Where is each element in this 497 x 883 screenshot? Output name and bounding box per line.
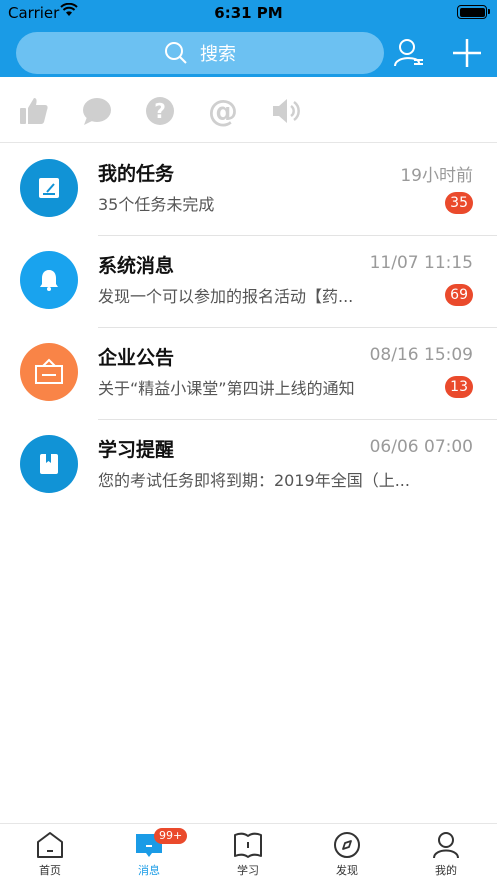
question-icon[interactable]: ? bbox=[144, 95, 176, 127]
message-time: 19小时前 bbox=[400, 166, 473, 186]
compass-icon bbox=[334, 832, 360, 858]
message-preview: 您的考试任务即将到期：2019年全国（上... bbox=[98, 471, 410, 490]
unread-badge: 35 bbox=[445, 192, 473, 214]
svg-text:?: ? bbox=[154, 99, 166, 123]
unread-badge: 69 bbox=[445, 284, 473, 306]
plus-icon[interactable] bbox=[450, 36, 484, 70]
message-item-tasks[interactable]: 我的任务 19小时前 35个任务未完成 35 bbox=[0, 144, 497, 236]
tab-home[interactable]: 首页 bbox=[10, 830, 90, 878]
unread-badge: 13 bbox=[445, 376, 473, 398]
message-time: 08/16 15:09 bbox=[369, 345, 473, 365]
tab-profile[interactable]: 我的 bbox=[406, 830, 486, 878]
app-header: Carrier 6:31 PM 搜索 bbox=[0, 0, 497, 77]
announcement-icon bbox=[20, 343, 78, 401]
tab-label: 消息 bbox=[138, 864, 160, 877]
message-item-study-reminder[interactable]: 学习提醒 06/06 07:00 您的考试任务即将到期：2019年全国（上... bbox=[0, 420, 497, 512]
tab-discover[interactable]: 发现 bbox=[307, 830, 387, 878]
home-icon bbox=[37, 832, 63, 858]
status-bar: Carrier 6:31 PM bbox=[0, 0, 497, 26]
status-time: 6:31 PM bbox=[214, 4, 283, 22]
tab-messages[interactable]: 消息 99+ bbox=[109, 828, 189, 878]
message-time: 11/07 11:15 bbox=[369, 253, 473, 273]
profile-icon bbox=[433, 832, 459, 859]
message-item-announcement[interactable]: 企业公告 08/16 15:09 关于“精益小课堂”第四讲上线的通知 13 bbox=[0, 328, 497, 420]
tab-label: 学习 bbox=[237, 864, 259, 877]
message-title: 系统消息 bbox=[98, 255, 175, 277]
at-icon[interactable]: @ bbox=[207, 95, 239, 127]
book-icon bbox=[20, 435, 78, 493]
message-title: 学习提醒 bbox=[98, 439, 175, 461]
search-label: 搜索 bbox=[200, 44, 236, 65]
comment-icon[interactable] bbox=[81, 95, 113, 127]
bell-icon bbox=[20, 251, 78, 309]
message-preview: 35个任务未完成 bbox=[98, 195, 215, 214]
message-time: 06/06 07:00 bbox=[369, 437, 473, 457]
tab-label: 发现 bbox=[336, 864, 358, 877]
battery-icon bbox=[457, 5, 490, 19]
message-preview: 关于“精益小课堂”第四讲上线的通知 bbox=[98, 379, 355, 398]
quick-actions: ? @ bbox=[0, 77, 497, 143]
tab-unread-badge: 99+ bbox=[154, 828, 188, 844]
study-icon bbox=[234, 832, 262, 858]
speaker-icon[interactable] bbox=[270, 95, 302, 127]
contacts-icon[interactable] bbox=[392, 36, 426, 70]
tab-label: 首页 bbox=[39, 864, 61, 877]
search-icon bbox=[165, 42, 187, 64]
message-title: 我的任务 bbox=[98, 163, 175, 185]
tab-label: 我的 bbox=[435, 864, 457, 877]
svg-text:@: @ bbox=[208, 95, 238, 127]
task-icon bbox=[20, 159, 78, 217]
message-list: 我的任务 19小时前 35个任务未完成 35 系统消息 11/07 11:15 … bbox=[0, 144, 497, 512]
search-bar[interactable]: 搜索 bbox=[16, 32, 384, 74]
tab-study[interactable]: 学习 bbox=[208, 830, 288, 878]
message-item-system[interactable]: 系统消息 11/07 11:15 发现一个可以参加的报名活动【药... 69 bbox=[0, 236, 497, 328]
thumbs-up-icon[interactable] bbox=[18, 95, 50, 127]
message-preview: 发现一个可以参加的报名活动【药... bbox=[98, 287, 354, 306]
tab-bar: 首页 消息 99+ 学习 发现 我的 bbox=[0, 823, 497, 883]
message-title: 企业公告 bbox=[98, 347, 175, 369]
